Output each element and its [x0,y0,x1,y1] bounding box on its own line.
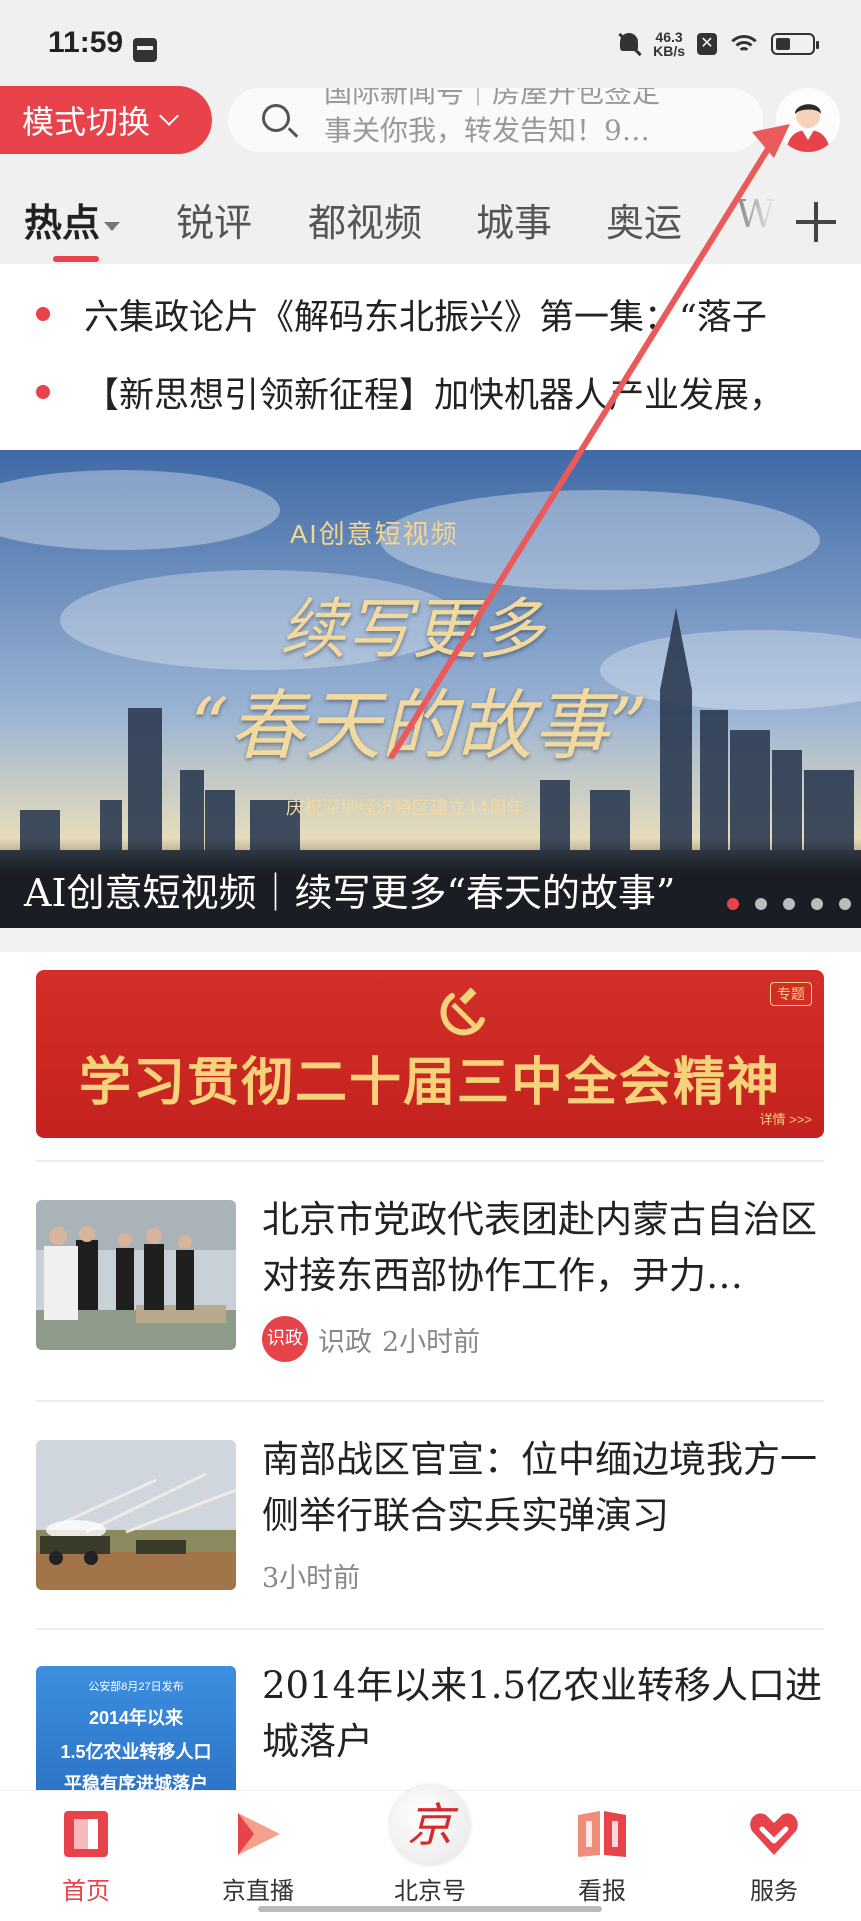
bottom-nav: 首页 京直播 京 北京号 看报 服务 [0,1785,861,1921]
banner-caption: AI创意短视频｜续写更多“春天的故事” [0,838,861,928]
jing-seal-icon: 京 [390,1785,470,1865]
net-speed-unit: KB/s [653,43,685,59]
banner-art-line-2: “春天的故事” [190,681,648,770]
news-source: 识政 [318,1326,372,1358]
bullet-dot-icon [36,385,50,399]
mode-switch-button[interactable]: 模式切换 [0,86,212,154]
mute-bell-icon [617,31,641,57]
special-topic-tag: 专题 [770,982,812,1006]
add-channel-icon[interactable] [796,202,836,242]
news-thumbnail: 公安部8月27日发布 2014年以来 1.5亿农业转移人口 平稳有序进城落户 [36,1666,236,1790]
news-item[interactable]: 北京市党政代表团赴内蒙古自治区对接东西部协作工作，尹力… 识政 识政 2小时前 [36,1198,826,1362]
pager-dot [755,898,767,910]
special-topic-banner[interactable]: 学习贯彻二十届三中全会精神 专题 详情 >>> [36,970,824,1138]
news-thumbnail [36,1200,236,1350]
news-meta: 识政 识政 2小时前 [262,1316,480,1362]
banner-tag: AI创意短视频 [290,519,459,549]
caret-down-icon [104,222,121,231]
search-hint-line-2: 事关你我，转发告知！9… [324,114,650,147]
news-item[interactable]: 公安部8月27日发布 2014年以来 1.5亿农业转移人口 平稳有序进城落户 2… [36,1666,826,1790]
pager-dot [783,898,795,910]
news-time: 2小时前 [382,1326,481,1358]
bullet-dot-icon [36,307,50,321]
pager-dot [811,898,823,910]
thumb-line-1: 公安部8月27日发布 [88,1681,184,1693]
nav-live[interactable]: 京直播 [188,1791,328,1921]
mode-switch-label: 模式切换 [22,103,151,141]
banner-art-line-3: 庆祝深圳经济特区建立44周年 [286,798,525,819]
tab-olympics[interactable]: 奥运 [606,192,682,247]
chevron-down-icon [159,106,179,126]
pager-dot [727,898,739,910]
news-thumbnail [36,1440,236,1590]
search-bar[interactable]: 国际新闻号｜房屋开包签定 事关你我，转发告知！9… [228,88,763,152]
thumb-line-4: 平稳有序进城落户 [64,1774,208,1790]
nav-home[interactable]: 首页 [16,1791,156,1921]
tab-fade [720,180,800,264]
search-hint: 国际新闻号｜房屋开包签定 事关你我，转发告知！9… [324,88,744,150]
thumb-line-3: 1.5亿农业转移人口 [60,1742,212,1762]
news-time: 3小时前 [262,1563,361,1594]
nav-home-label: 首页 [62,1878,110,1905]
pager-dot [839,898,851,910]
app-header: 模式切换 国际新闻号｜房屋开包签定 事关你我，转发告知！9… [0,80,861,180]
user-avatar-icon[interactable] [776,88,840,152]
headline-item[interactable]: 六集政论片《解码东北振兴》第一集：“落子 [36,284,826,344]
banner-art-line-1: 续写更多 [280,591,544,668]
section-gap [0,928,861,952]
carousel-banner[interactable]: AI创意短视频 续写更多 “春天的故事” 庆祝深圳经济特区建立44周年 AI创意… [0,450,861,928]
headline-text: 六集政论片《解码东北振兴》第一集：“落子 [84,297,767,338]
special-topic-title: 学习贯彻二十届三中全会精神 [78,1054,781,1112]
headline-text: 【新思想引领新征程】加快机器人产业发展， [84,375,785,416]
source-badge: 识政 [262,1316,308,1362]
nav-newspaper[interactable]: 看报 [532,1791,672,1921]
news-meta: 3小时前 [262,1556,360,1595]
newspaper-icon [578,1811,626,1857]
news-item[interactable]: 南部战区官宣：位中缅边境我方一侧举行联合实兵实弹演习 3小时前 [36,1438,826,1595]
nav-service-label: 服务 [750,1878,798,1905]
tab-city[interactable]: 城事 [476,192,552,247]
calendar-icon [133,38,157,62]
nav-beijing-hao-label: 北京号 [394,1878,466,1905]
thumb-line-2: 2014年以来 [88,1708,184,1728]
tab-hot-label: 热点 [24,200,101,245]
nav-beijing-hao[interactable]: 京 北京号 [360,1785,500,1921]
tab-hot[interactable]: 热点 [24,192,121,247]
special-topic-more: 详情 >>> [759,1112,812,1127]
status-time: 11:59 [48,26,124,59]
heart-service-icon [750,1813,798,1855]
tab-video[interactable]: 都视频 [308,192,422,247]
wifi-icon [729,33,759,55]
status-icons: 46.3 KB/s ✕ [617,30,819,58]
divider [36,1160,824,1162]
active-tab-indicator [53,256,99,262]
search-icon [262,104,290,132]
status-bar: 11:59 46.3 KB/s ✕ [0,0,861,80]
news-title: 2014年以来1.5亿农业转移人口进城落户 [262,1666,823,1763]
hammer-sickle-icon [440,987,485,1036]
news-title: 南部战区官宣：位中缅边境我方一侧举行联合实兵实弹演习 [262,1438,817,1537]
channel-tabs: 热点 锐评 都视频 城事 奥运 W [0,180,861,264]
net-speed-value: 46.3 [655,29,683,45]
headline-item[interactable]: 【新思想引领新征程】加快机器人产业发展， [36,362,826,422]
battery-icon [771,33,819,55]
nav-service[interactable]: 服务 [704,1791,844,1921]
net-speed: 46.3 KB/s [653,30,685,58]
headline-list: 六集政论片《解码东北振兴》第一集：“落子 【新思想引领新征程】加快机器人产业发展… [0,264,861,450]
tab-commentary[interactable]: 锐评 [176,192,252,247]
news-title: 北京市党政代表团赴内蒙古自治区对接东西部协作工作，尹力… [262,1198,817,1297]
live-play-icon [238,1813,280,1855]
sim-off-icon: ✕ [697,33,717,55]
search-hint-line-1: 国际新闻号｜房屋开包签定 [324,88,661,109]
gesture-home-bar[interactable] [258,1906,602,1912]
carousel-pager [727,898,851,910]
nav-newspaper-label: 看报 [578,1878,626,1905]
nav-live-label: 京直播 [222,1878,294,1905]
divider [36,1628,824,1630]
home-icon [64,1811,108,1857]
divider [36,1400,824,1402]
